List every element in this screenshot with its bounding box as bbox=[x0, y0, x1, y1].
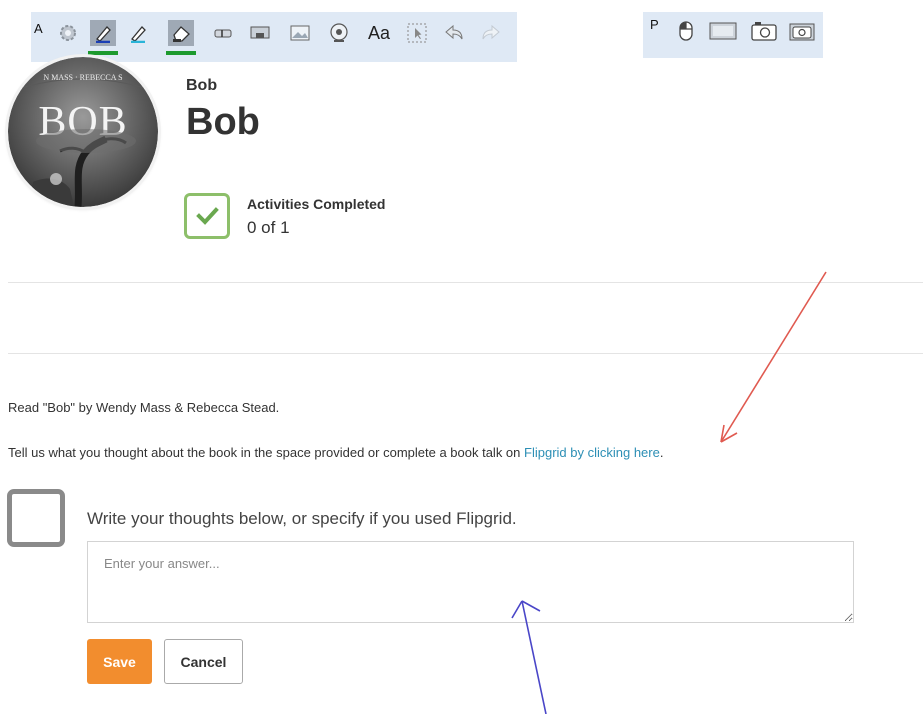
book-cover-image: N MASS · REBECCA S BOB bbox=[8, 57, 158, 207]
progress-check-icon bbox=[184, 193, 230, 239]
area-capture-icon[interactable] bbox=[749, 18, 779, 44]
prompt-end: . bbox=[659, 445, 664, 460]
select-icon[interactable] bbox=[404, 20, 430, 46]
page-subtitle: Bob bbox=[186, 77, 218, 94]
highlighter-icon[interactable] bbox=[125, 20, 151, 46]
screenshot-icon[interactable] bbox=[247, 20, 273, 46]
activities-count: 0 of 1 bbox=[247, 218, 290, 237]
toolbar-tag: P bbox=[650, 17, 659, 32]
webcam-icon[interactable] bbox=[326, 20, 352, 46]
camera-icon[interactable] bbox=[787, 18, 817, 44]
gear-icon[interactable] bbox=[55, 20, 81, 46]
book-cover-avatar: N MASS · REBECCA S BOB bbox=[8, 57, 158, 207]
capture-toolbar: P bbox=[643, 12, 823, 58]
save-button[interactable]: Save bbox=[87, 639, 152, 684]
divider bbox=[8, 282, 923, 283]
redo-icon[interactable] bbox=[478, 20, 504, 46]
cancel-button[interactable]: Cancel bbox=[164, 639, 243, 684]
red-arrow-annotation bbox=[720, 271, 827, 443]
annotation-toolbar: A Aa bbox=[31, 12, 517, 62]
eraser-icon[interactable] bbox=[166, 20, 196, 55]
activities-label: Activities Completed bbox=[247, 196, 386, 212]
image-icon[interactable] bbox=[287, 20, 313, 46]
mouse-icon[interactable] bbox=[673, 18, 699, 44]
toolbar-tag: A bbox=[34, 21, 43, 36]
question-text: Write your thoughts below, or specify if… bbox=[87, 509, 517, 528]
task-checkbox[interactable] bbox=[7, 489, 65, 547]
page-title: Bob bbox=[186, 101, 260, 143]
divider bbox=[8, 353, 923, 354]
fullscreen-capture-icon[interactable] bbox=[707, 18, 739, 44]
cover-authors: N MASS · REBECCA S bbox=[43, 73, 122, 82]
prompt-text: Tell us what you thought about the book … bbox=[8, 445, 525, 460]
answer-input[interactable] bbox=[87, 541, 854, 623]
instruction-text: Read "Bob" by Wendy Mass & Rebecca Stead… bbox=[8, 400, 280, 415]
prompt-paragraph: Tell us what you thought about the book … bbox=[8, 445, 663, 460]
text-icon[interactable]: Aa bbox=[363, 20, 395, 46]
strikethrough-icon[interactable] bbox=[210, 20, 236, 46]
pen-icon[interactable] bbox=[88, 20, 118, 55]
flipgrid-link[interactable]: Flipgrid by clicking here bbox=[524, 445, 660, 460]
text-tool-label: Aa bbox=[367, 22, 391, 43]
undo-icon[interactable] bbox=[441, 20, 467, 46]
